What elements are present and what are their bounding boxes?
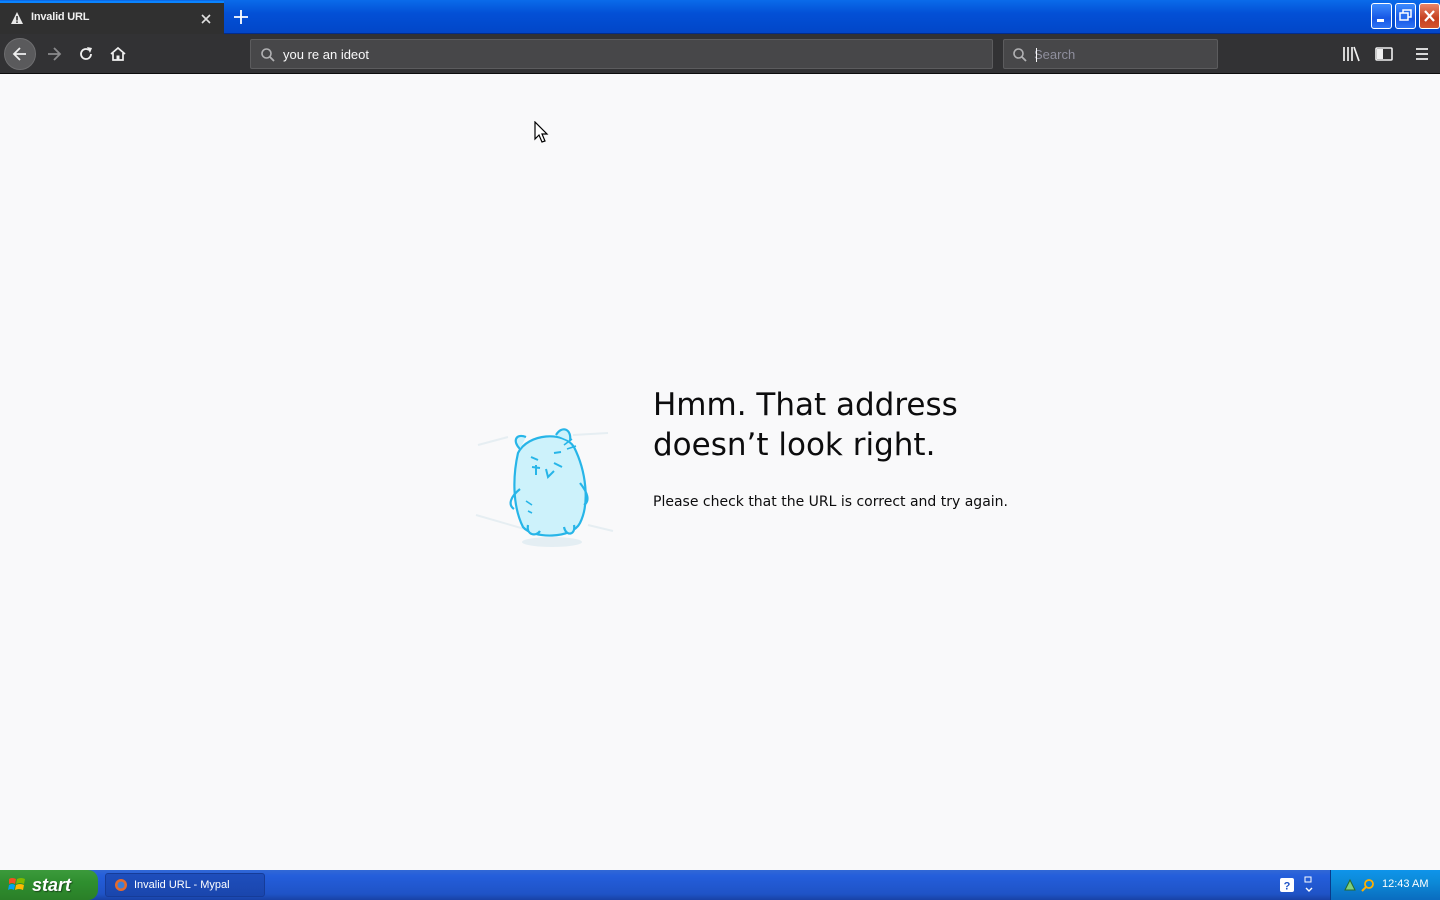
page-content: Hmm. That address doesn’t look right. Pl… [0,75,1440,870]
confused-hamster-illustration [475,428,614,547]
reload-button[interactable] [70,38,102,70]
search-icon [261,48,275,62]
close-icon [1424,10,1435,22]
show-hidden-icons-icon[interactable] [1303,876,1315,894]
warning-icon [11,12,23,24]
taskbar-item-mypal[interactable]: Invalid URL - Mypal [105,873,265,897]
error-title: Hmm. That address doesn’t look right. [653,387,958,463]
library-button[interactable] [1339,42,1363,66]
reload-icon [80,47,92,60]
system-tray: 12:43 AM [1330,870,1440,900]
windows-taskbar: start Invalid URL - Mypal ? 12:43 AM [0,870,1440,900]
tab-invalid-url[interactable]: Invalid URL [0,1,224,34]
hamburger-menu-icon [1416,48,1428,60]
magnifier-icon[interactable] [1361,878,1375,892]
forward-button[interactable] [38,38,70,70]
restore-button[interactable] [1395,3,1416,29]
back-arrow-icon [12,47,26,61]
url-input[interactable] [283,44,973,64]
error-description: Please check that the URL is correct and… [653,494,1008,510]
start-button[interactable]: start [0,870,98,900]
taskbar-item-label: Invalid URL - Mypal [134,879,230,891]
search-bar[interactable] [1003,39,1218,69]
minimize-button[interactable] [1371,3,1392,29]
windows-logo-icon [8,878,25,890]
restore-icon [1399,9,1412,21]
back-button[interactable] [4,38,36,70]
new-tab-plus-icon[interactable] [232,8,250,26]
svg-text:?: ? [1284,881,1291,893]
help-icon[interactable]: ? [1280,878,1294,892]
sidebar-icon [1375,47,1393,61]
search-input[interactable] [1034,44,1209,64]
close-window-button[interactable] [1419,3,1440,29]
search-icon [1013,48,1027,62]
library-icon [1343,46,1360,62]
text-caret [1036,48,1037,62]
clock[interactable]: 12:43 AM [1382,878,1428,890]
navigation-toolbar [0,34,1440,74]
start-label: start [32,874,72,895]
home-button[interactable] [102,38,134,70]
tab-title: Invalid URL [31,11,90,23]
sidebar-toggle-button[interactable] [1372,42,1396,66]
menu-button[interactable] [1410,42,1434,66]
mypal-app-icon [115,879,127,891]
address-bar[interactable] [250,39,993,69]
tab-strip: Invalid URL [0,0,1440,34]
network-icon[interactable] [1343,878,1357,892]
close-tab-icon[interactable] [198,11,214,27]
minimize-icon [1377,19,1384,22]
forward-arrow-icon [48,47,62,61]
home-icon [110,46,126,61]
mouse-cursor-icon [534,121,549,143]
